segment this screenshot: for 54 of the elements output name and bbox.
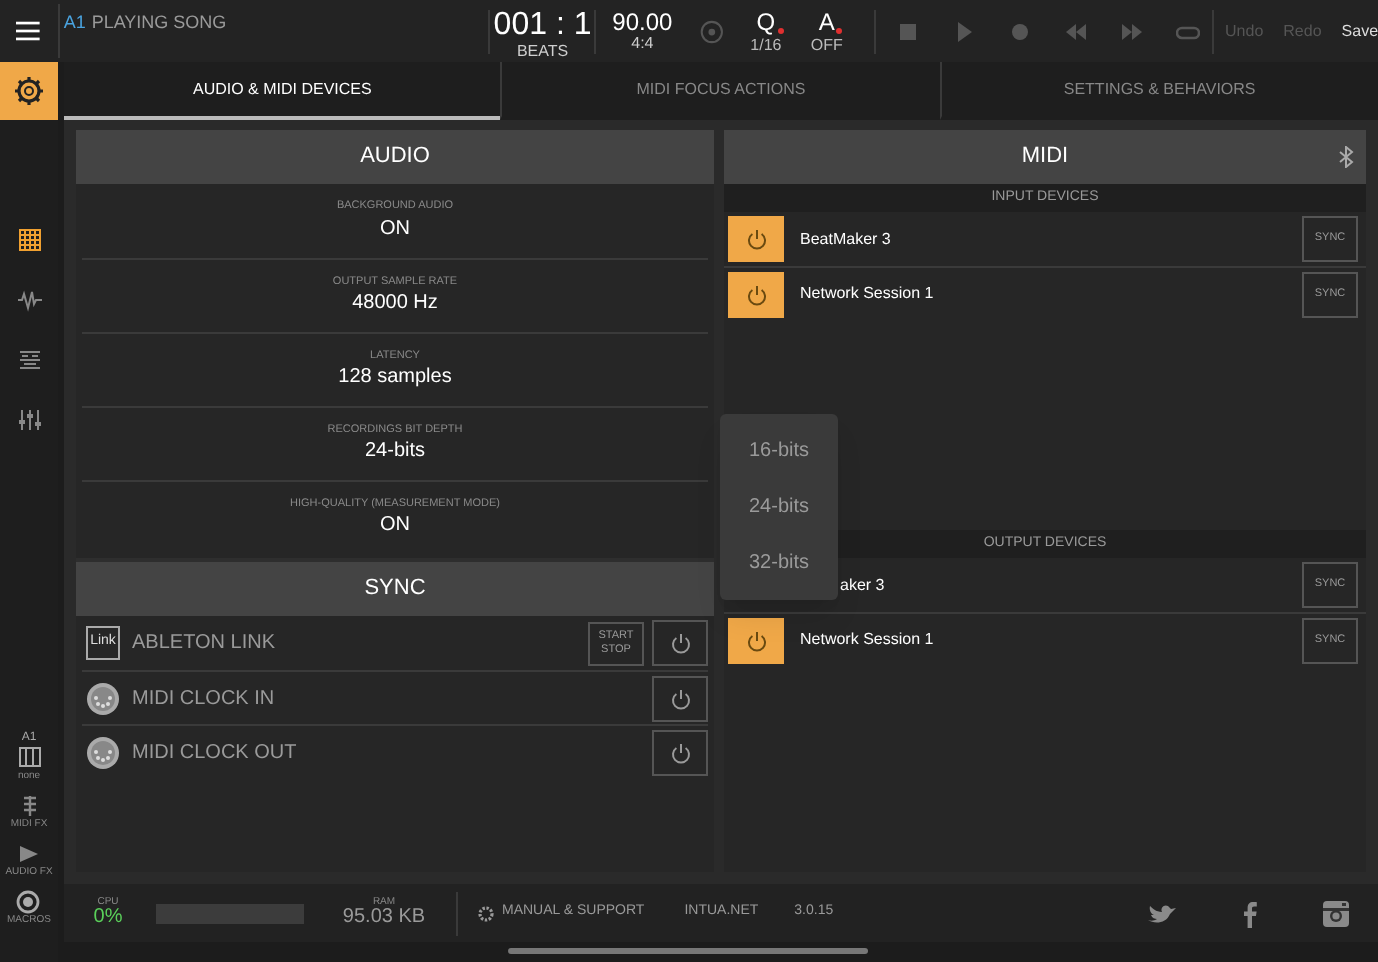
grid-icon[interactable] xyxy=(17,228,41,252)
sequencer-icon[interactable] xyxy=(17,348,41,372)
ram-value: 95.03 KB xyxy=(342,908,426,928)
power-icon xyxy=(669,741,691,763)
power-button[interactable] xyxy=(728,216,784,262)
settings-icon[interactable] xyxy=(0,62,58,120)
gear-icon xyxy=(478,905,494,921)
track-label: A1 xyxy=(63,10,86,36)
power-button[interactable] xyxy=(728,617,784,663)
time-signature: 4:4 xyxy=(631,36,654,52)
device-name: Network Session 1 xyxy=(800,282,936,306)
audiofx-icon xyxy=(17,842,41,866)
section-header: AUDIO xyxy=(76,130,714,184)
sync-label: MIDI CLOCK IN xyxy=(132,685,277,713)
power-icon xyxy=(745,228,767,250)
waveform-icon[interactable] xyxy=(17,288,41,312)
menu-option[interactable]: 16-bits xyxy=(720,435,838,466)
bird-icon[interactable] xyxy=(1146,901,1178,925)
automation-button[interactable]: A OFF xyxy=(796,9,858,53)
save-button[interactable]: Save xyxy=(1341,19,1378,43)
midi-connector-icon xyxy=(86,735,120,769)
bluetooth-icon[interactable] xyxy=(1338,146,1354,168)
device-name: Network Session 1 xyxy=(800,628,936,652)
menu-icon[interactable] xyxy=(16,20,40,42)
power-button[interactable] xyxy=(652,620,708,666)
macros-icon xyxy=(16,890,41,914)
tab[interactable]: MIDI FOCUS ACTIONS xyxy=(500,62,940,120)
midi-connector-icon xyxy=(86,681,120,715)
tab[interactable]: SETTINGS & BEHAVIORS xyxy=(939,62,1378,120)
quantize-button[interactable]: Q 1/16 xyxy=(735,9,797,53)
power-button[interactable] xyxy=(652,729,708,775)
cpu-value: 0% xyxy=(93,908,123,928)
device-name: BeatMaker 3 xyxy=(800,227,893,251)
piano-icon xyxy=(17,746,41,770)
power-button[interactable] xyxy=(728,271,784,317)
beats-label: BEATS xyxy=(516,43,569,59)
power-icon xyxy=(745,283,767,305)
power-button[interactable] xyxy=(652,675,708,721)
facebook-icon[interactable] xyxy=(1242,899,1258,927)
camera-icon[interactable] xyxy=(1322,899,1350,927)
sync-label: ABLETON LINK xyxy=(132,630,278,658)
device-name: aker 3 xyxy=(840,573,887,597)
sync-label: MIDI CLOCK OUT xyxy=(132,739,299,767)
power-icon xyxy=(745,629,767,651)
section-header: MIDI xyxy=(1021,142,1069,173)
tempo-value: 90.00 xyxy=(612,10,673,34)
tab[interactable]: AUDIO & MIDI DEVICES xyxy=(64,62,501,120)
mixer-icon[interactable] xyxy=(17,408,41,432)
song-status: PLAYING SONG xyxy=(91,10,227,36)
menu-option[interactable]: 24-bits xyxy=(720,491,838,522)
section-header: SYNC xyxy=(76,562,714,616)
power-icon xyxy=(669,687,691,709)
power-icon xyxy=(669,632,691,654)
bar-position: 001 : 1 xyxy=(493,9,592,41)
